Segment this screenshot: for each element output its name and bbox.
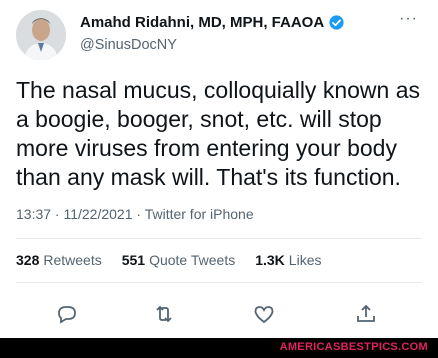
tweet-timestamp[interactable]: 13:37 · 11/22/2021 · Twitter for iPhone: [16, 206, 254, 222]
retweets-label: Retweets: [43, 252, 102, 268]
share-icon: [357, 304, 375, 322]
author-name-row[interactable]: Amahd Ridahni, MD, MPH, FAAOA: [80, 14, 345, 31]
quote-tweets-label: Quote Tweets: [149, 252, 236, 268]
more-options-icon[interactable]: ···: [399, 10, 418, 28]
likes-label: Likes: [288, 252, 322, 268]
reply-button[interactable]: [55, 302, 81, 328]
share-button[interactable]: [354, 302, 380, 328]
engagement-stats: 328 Retweets 551 Quote Tweets 1.3K Likes: [16, 252, 321, 268]
reply-icon: [58, 306, 76, 324]
divider: [16, 282, 422, 283]
divider: [16, 238, 422, 239]
likes-count: 1.3K: [255, 252, 285, 268]
retweet-button[interactable]: [152, 302, 178, 328]
watermark-bar: AMERICASBESTPICS.COM: [0, 338, 438, 358]
watermark-text: AMERICASBESTPICS.COM: [279, 341, 428, 353]
action-bar: [0, 296, 438, 332]
avatar-image: [16, 10, 66, 60]
retweets-stat[interactable]: 328 Retweets: [16, 252, 102, 268]
avatar[interactable]: [16, 10, 66, 60]
like-icon: [254, 306, 274, 324]
retweets-count: 328: [16, 252, 40, 268]
quote-tweets-stat[interactable]: 551 Quote Tweets: [122, 252, 236, 268]
retweet-icon: [156, 305, 172, 323]
quote-tweets-count: 551: [121, 252, 146, 268]
author-name[interactable]: Amahd Ridahni, MD, MPH, FAAOA: [80, 14, 324, 31]
author-handle[interactable]: @SinusDocNY: [80, 37, 177, 53]
like-button[interactable]: [252, 302, 278, 328]
likes-stat[interactable]: 1.3K Likes: [255, 252, 321, 268]
tweet-text: The nasal mucus, colloquially known as a…: [16, 77, 420, 190]
verified-badge-icon: [329, 15, 344, 30]
